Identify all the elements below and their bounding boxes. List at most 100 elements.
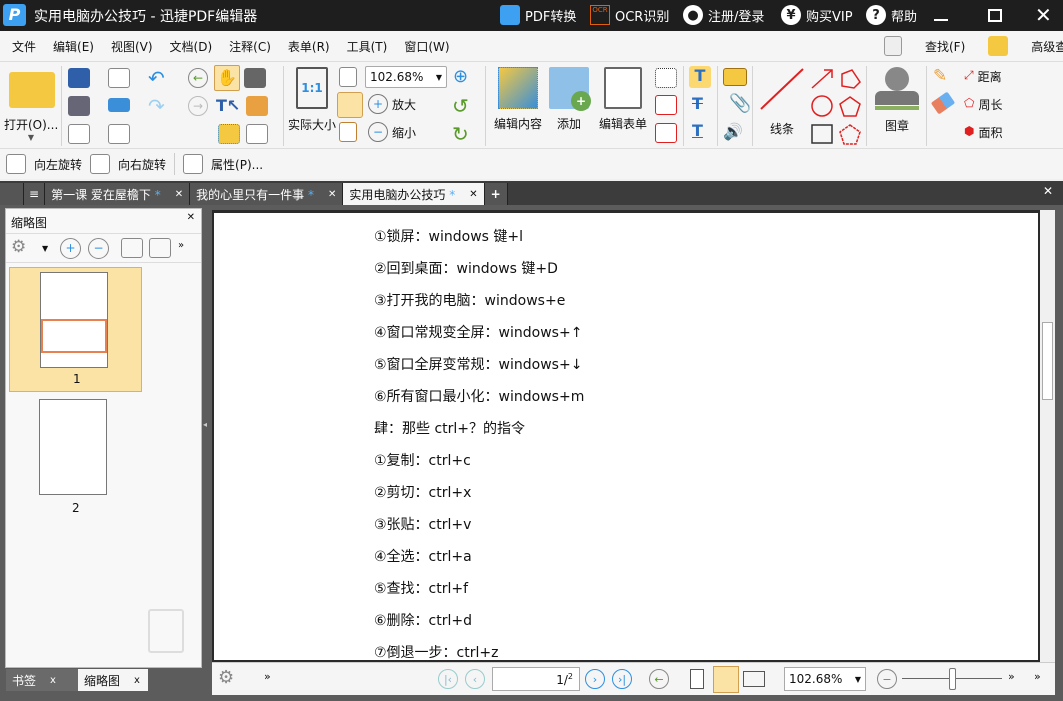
thumb-rotate-right-icon[interactable] [149, 238, 171, 258]
distance-button[interactable]: ⤢ 距离 [964, 68, 1002, 85]
back-icon[interactable]: ← [188, 68, 208, 88]
close-panel-icon[interactable]: ✕ [187, 212, 195, 223]
rectangle-icon[interactable] [810, 123, 834, 145]
scrollbar-thumb[interactable] [1042, 322, 1053, 400]
sound-icon[interactable]: 🔊 [723, 122, 743, 141]
zoom-slider-thumb[interactable] [949, 668, 956, 690]
export-icon[interactable] [68, 124, 90, 144]
ellipse-icon[interactable] [810, 95, 834, 117]
next-page-button[interactable]: › [585, 669, 605, 689]
polyline-icon[interactable] [838, 68, 862, 90]
menu-view[interactable]: 视图(V) [111, 38, 153, 55]
fit-page-icon[interactable] [339, 67, 357, 87]
tab-only-one-thing[interactable]: 我的心里只有一件事 * ✕ [190, 183, 344, 205]
forward-icon[interactable]: → [188, 96, 208, 116]
rotate-cw-icon[interactable]: ↻ [452, 122, 469, 146]
menu-document[interactable]: 文档(D) [170, 38, 213, 55]
more-icon[interactable]: » [1034, 670, 1041, 683]
new-tab-button[interactable]: + [484, 183, 508, 205]
select-annotation-icon[interactable] [218, 124, 240, 144]
fit-width-icon[interactable] [337, 92, 363, 118]
thumbnail-page-2[interactable]: 2 [9, 395, 142, 520]
thumb-zoom-in-icon[interactable]: + [60, 238, 81, 259]
more-icon[interactable]: » [1008, 670, 1015, 683]
close-tab-icon[interactable]: ✕ [469, 189, 477, 200]
zoom-in-button[interactable]: + 放大 [368, 94, 416, 114]
zoom-in-icon[interactable]: ⊕ [453, 66, 468, 87]
select-text-icon[interactable]: T↖ [216, 96, 240, 115]
rotate-left-button[interactable]: 向左旋转 [34, 156, 82, 173]
thumb-zoom-out-icon[interactable]: − [88, 238, 109, 259]
properties-button[interactable]: 属性(P)... [211, 156, 263, 173]
thumbnails-tab[interactable]: 缩略图 x [78, 669, 148, 691]
last-page-button[interactable]: ›| [612, 669, 632, 689]
ocr-button[interactable]: OCR OCR识别 [590, 5, 669, 25]
rotate-ccw-icon[interactable]: ↺ [452, 94, 469, 118]
previous-page-button[interactable]: ‹ [465, 669, 485, 689]
advanced-find-button[interactable]: 高级查找(S) [1031, 38, 1063, 55]
go-back-button[interactable]: ← [649, 669, 669, 689]
fit-visible-icon[interactable] [339, 122, 357, 142]
line-button[interactable]: 线条 [758, 67, 806, 137]
menu-edit[interactable]: 编辑(E) [53, 38, 94, 55]
facing-pages-icon[interactable] [743, 671, 765, 687]
underline-text-icon[interactable]: T [692, 121, 703, 140]
email-icon[interactable] [108, 68, 130, 88]
settings-gear-icon[interactable]: ⚙ [11, 237, 26, 257]
new-document-icon[interactable] [108, 124, 130, 144]
attachment-icon[interactable]: 📎 [729, 93, 751, 114]
textbox-icon[interactable] [655, 68, 677, 88]
close-all-tabs-icon[interactable]: ✕ [1043, 184, 1053, 198]
polygon-icon[interactable] [838, 95, 862, 117]
menu-comment[interactable]: 注释(C) [229, 38, 271, 55]
pdf-convert-button[interactable]: PDF转换 [500, 5, 576, 25]
rotate-right-button[interactable]: 向右旋转 [118, 156, 166, 173]
continuous-page-icon[interactable] [713, 666, 739, 693]
close-tab-icon[interactable]: ✕ [175, 189, 183, 200]
buy-vip-button[interactable]: ¥ 购买VIP [781, 5, 853, 25]
scan-icon[interactable] [108, 98, 130, 112]
more-icon[interactable]: » [264, 670, 271, 683]
actual-size-button[interactable]: 1:1 实际大小 [287, 67, 337, 133]
menu-file[interactable]: 文件 [12, 38, 36, 55]
page-number-input[interactable]: 1/2 [492, 667, 580, 691]
first-page-button[interactable]: |‹ [438, 669, 458, 689]
callout-icon[interactable] [655, 123, 677, 143]
print-icon[interactable] [68, 96, 90, 116]
bookmarks-tab[interactable]: 书签 x [6, 669, 78, 691]
redo-icon[interactable]: ↷ [148, 94, 165, 118]
maximize-button[interactable] [988, 9, 1002, 22]
help-button[interactable]: ? 帮助 [866, 5, 917, 25]
close-button[interactable]: ✕ [1035, 3, 1052, 27]
zoom-select[interactable]: 102.68% ▼ [365, 66, 447, 88]
save-icon[interactable] [68, 68, 90, 88]
find-button[interactable]: 查找(F) [925, 38, 965, 55]
status-zoom-out-button[interactable]: − [877, 669, 897, 689]
undo-icon[interactable]: ↶ [148, 66, 165, 90]
edit-content-button[interactable]: 编辑内容 [490, 67, 546, 132]
hand-tool-icon[interactable]: ✋ [214, 65, 240, 91]
pencil-icon[interactable]: ✎ [933, 66, 947, 86]
panel-splitter[interactable]: ◂ [203, 420, 209, 460]
note-icon[interactable] [723, 68, 747, 86]
clipboard-icon[interactable] [246, 96, 268, 116]
edit-form-button[interactable]: 编辑表单 [597, 67, 649, 132]
menu-window[interactable]: 窗口(W) [404, 38, 449, 55]
strikeout-text-icon[interactable]: T [692, 94, 703, 113]
find-binoculars-icon[interactable] [246, 124, 268, 144]
single-page-icon[interactable] [690, 669, 704, 689]
typewriter-icon[interactable] [655, 95, 677, 115]
thumbnail-page-1[interactable]: 1 [9, 267, 142, 392]
add-button[interactable]: + 添加 [546, 67, 592, 132]
tab-lesson1[interactable]: 第一课 爱在屋檐下 * ✕ [45, 183, 191, 205]
menu-tools[interactable]: 工具(T) [347, 38, 388, 55]
tab-office-tips[interactable]: 实用电脑办公技巧 * ✕ [343, 183, 485, 205]
thumb-rotate-left-icon[interactable] [121, 238, 143, 258]
minimize-button[interactable] [934, 19, 948, 21]
vertical-scrollbar[interactable] [1040, 210, 1055, 662]
tab-list-button[interactable]: ≡ [24, 183, 46, 205]
more-icon[interactable]: » [178, 240, 184, 251]
status-zoom-select[interactable]: 102.68% ▼ [784, 667, 866, 691]
login-button[interactable]: ● 注册/登录 [683, 5, 764, 25]
open-button[interactable]: 打开(O)... ▼ [4, 68, 58, 144]
